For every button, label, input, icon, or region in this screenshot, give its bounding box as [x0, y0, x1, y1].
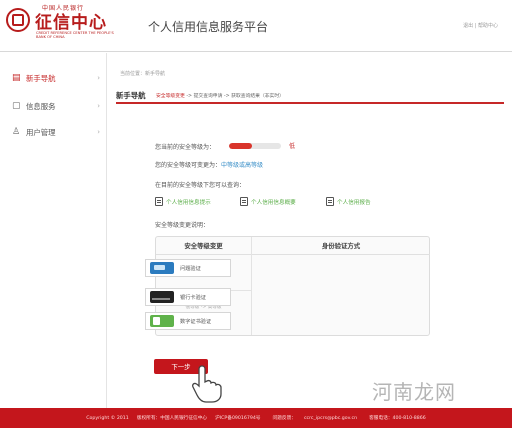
- document-icon: [155, 197, 163, 206]
- sidebar-item-label: 用户管理: [26, 127, 56, 137]
- logo-main-text: 征信中心: [35, 13, 107, 33]
- remaining-steps: -> 提交查询申请 -> 获取查询结果（非实时）: [184, 94, 284, 99]
- service-credit-hint[interactable]: 个人信用信息提示: [155, 197, 211, 206]
- security-level-bar: [229, 143, 281, 149]
- page-title: 新手导航: [116, 91, 146, 100]
- header: 中国人民银行 征信中心 CREDIT REFERENCE CENTER THE …: [0, 0, 512, 52]
- footer-icp: 沪ICP备09016794号: [215, 416, 261, 421]
- chevron-right-icon: ›: [97, 74, 100, 82]
- certificate-toggle-icon: [150, 315, 174, 327]
- hand-pointer-icon: [192, 365, 222, 403]
- page: 中国人民银行 征信中心 CREDIT REFERENCE CENTER THE …: [0, 0, 512, 428]
- verify-bankcard-option[interactable]: 银行卡验证: [145, 288, 231, 306]
- sidebar-item-label: 新手导航: [26, 73, 56, 83]
- document-icon: [240, 197, 248, 206]
- current-step: 安全等级变更: [156, 94, 185, 99]
- sidebar: ▤ 新手导航 › ▢ 信息服务 › ♙ 用户管理 ›: [0, 53, 107, 408]
- footer-phone: 客服电话：400-810-8866: [369, 416, 426, 421]
- upgrade-prefix: 您的安全等级可变更为：: [155, 162, 222, 169]
- service-label: 个人信用信息提示: [166, 199, 211, 206]
- change-note: 安全等级变更说明：: [155, 222, 210, 229]
- security-level-label: 您当前的安全等级为：: [155, 144, 216, 151]
- watermark: 河南龙网: [372, 380, 456, 404]
- verify-method-label: 数字证书验证: [180, 318, 212, 325]
- service-credit-summary[interactable]: 个人信用信息概要: [240, 197, 296, 206]
- sidebar-item-label: 信息服务: [26, 101, 56, 111]
- question-card-icon: [150, 262, 174, 274]
- footer-copyright: Copyright © 2011: [86, 415, 129, 421]
- service-label: 个人信用报告: [337, 199, 371, 206]
- bank-card-icon: [150, 291, 174, 303]
- upgrade-options-link[interactable]: 中等级或高等级: [221, 162, 263, 169]
- sidebar-item-info-service[interactable]: ▢ 信息服务 ›: [0, 95, 106, 117]
- table-header-change: 安全等级变更: [156, 237, 251, 255]
- breadcrumb: 当前位置：新手导航: [120, 71, 166, 77]
- user-icon: ♙: [12, 127, 21, 137]
- security-level-fill: [229, 143, 253, 149]
- footer-email-link[interactable]: ccrc_ipcrs@pbc.gov.cn: [304, 416, 357, 421]
- verify-method-label: 银行卡验证: [180, 294, 206, 301]
- book-icon: [326, 197, 334, 206]
- security-level-value: 低: [289, 143, 296, 150]
- guide-icon: ▤: [12, 73, 21, 83]
- document-icon: ▢: [12, 101, 21, 111]
- footer-feedback: 问题反馈： ccrc_ipcrs@pbc.gov.cn: [272, 416, 358, 421]
- footer-owner: 版权所有：中国人民银行征信中心: [136, 416, 208, 421]
- sidebar-item-user-management[interactable]: ♙ 用户管理 ›: [0, 121, 106, 143]
- verify-certificate-option[interactable]: 数字证书验证: [145, 312, 231, 330]
- chevron-right-icon: ›: [97, 102, 100, 110]
- platform-title: 个人信用信息服务平台: [148, 20, 269, 34]
- table-header-method: 身份验证方式: [252, 237, 430, 255]
- verify-method-label: 问题验证: [180, 265, 201, 272]
- chevron-right-icon: ›: [97, 128, 100, 136]
- logo-seal-icon: [6, 8, 30, 32]
- query-prompt: 在目前的安全等级下您可以查询：: [155, 182, 246, 189]
- upgrade-line: 您的安全等级可变更为：中等级或高等级: [155, 160, 263, 169]
- sidebar-item-guide[interactable]: ▤ 新手导航 ›: [0, 67, 106, 89]
- verify-question-option[interactable]: 问题验证: [145, 259, 231, 277]
- header-links[interactable]: 退出 | 帮助中心: [463, 22, 498, 29]
- guide-header: 新手导航 安全等级变更 -> 提交查询申请 -> 获取查询结果（非实时）: [116, 87, 504, 104]
- table-divider: [251, 237, 252, 335]
- step-indicator: 安全等级变更 -> 提交查询申请 -> 获取查询结果（非实时）: [156, 92, 284, 99]
- logo-english-text: CREDIT REFERENCE CENTER THE PEOPLE'S BAN…: [36, 31, 114, 40]
- service-label: 个人信用信息概要: [251, 199, 296, 206]
- service-credit-report[interactable]: 个人信用报告: [326, 197, 371, 206]
- footer: Copyright © 2011 版权所有：中国人民银行征信中心 沪ICP备09…: [0, 408, 512, 428]
